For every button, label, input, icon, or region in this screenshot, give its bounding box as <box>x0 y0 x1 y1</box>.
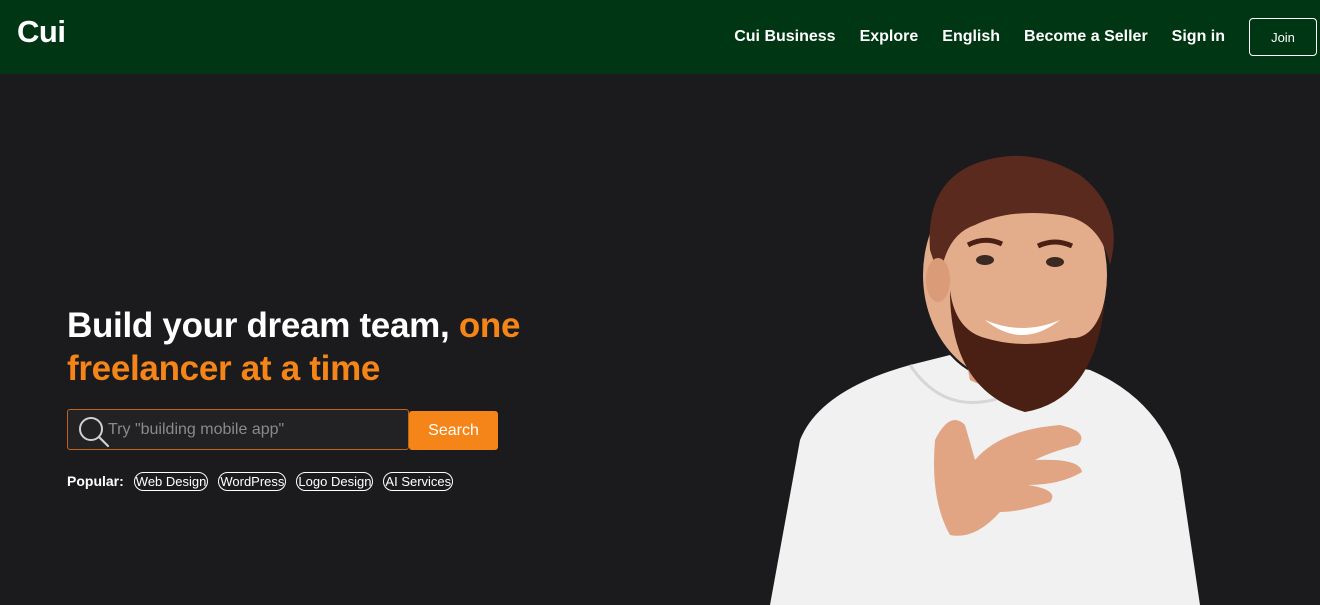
nav-become-seller[interactable]: Become a Seller <box>1024 28 1148 46</box>
main-nav: Cui Business Explore English Become a Se… <box>734 0 1320 74</box>
brand-logo[interactable]: Cui <box>17 14 66 50</box>
tag-web-design[interactable]: Web Design <box>133 471 209 491</box>
top-header: Cui Cui Business Explore English Become … <box>0 0 1320 74</box>
tag-wordpress[interactable]: WordPress <box>218 471 287 491</box>
search-icon <box>79 417 110 448</box>
hero-person-image <box>770 155 1200 605</box>
nav-sign-in[interactable]: Sign in <box>1172 28 1225 46</box>
hero-title: Build your dream team, one freelancer at… <box>67 304 587 390</box>
popular-tags: Popular: Web Design WordPress Logo Desig… <box>67 471 463 491</box>
nav-cui-business[interactable]: Cui Business <box>734 28 835 46</box>
search-box <box>67 409 409 450</box>
tag-ai-services[interactable]: AI Services <box>383 471 454 491</box>
nav-explore[interactable]: Explore <box>860 28 919 46</box>
popular-label: Popular: <box>67 473 124 489</box>
tag-logo-design[interactable]: Logo Design <box>296 471 374 491</box>
hero-title-main: Build your dream team, <box>67 306 459 345</box>
join-button[interactable]: Join <box>1249 18 1317 56</box>
nav-language[interactable]: English <box>942 28 1000 46</box>
search-button[interactable]: Search <box>409 411 498 450</box>
search-input[interactable] <box>108 410 404 449</box>
